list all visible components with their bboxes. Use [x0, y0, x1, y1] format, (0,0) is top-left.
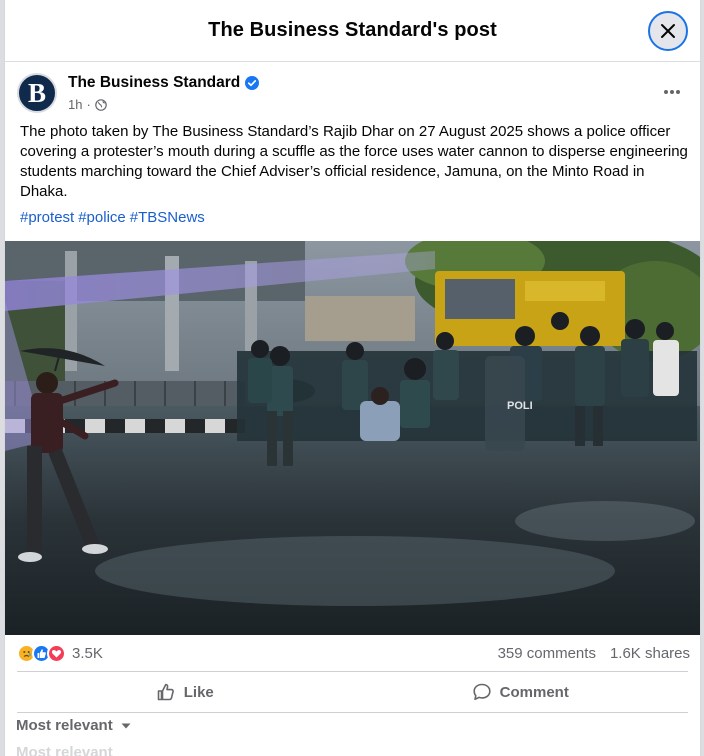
sort-label-ghost: Most relevant — [16, 744, 113, 756]
author-name-text[interactable]: The Business Standard — [68, 74, 240, 92]
comment-button[interactable]: Comment — [353, 672, 689, 712]
protest-scene-image: POLI — [5, 241, 700, 635]
avatar-letter: B — [27, 77, 46, 108]
author-name[interactable]: The Business Standard — [68, 74, 260, 92]
close-button[interactable] — [648, 11, 688, 51]
hashtags: #protest #police #TBSNews — [20, 208, 205, 228]
hashtag-link[interactable]: #protest — [20, 208, 74, 228]
engagement-counts: 359 comments 1.6K shares — [498, 645, 690, 662]
close-icon — [661, 24, 675, 38]
meta-separator: · — [86, 97, 91, 112]
globe-icon — [95, 98, 107, 111]
dialog-title: The Business Standard's post — [208, 19, 497, 41]
post-photo[interactable]: POLI — [5, 241, 700, 635]
comments-sort-dropdown[interactable]: Most relevant — [16, 717, 131, 734]
caret-down-icon — [121, 723, 131, 728]
verified-icon — [245, 76, 260, 90]
post-time[interactable]: 1h — [68, 97, 82, 112]
like-label: Like — [183, 683, 214, 701]
hashtag-link[interactable]: #TBSNews — [130, 208, 205, 228]
post-caption: The photo taken by The Business Standard… — [20, 123, 688, 200]
more-options-button[interactable] — [658, 78, 686, 106]
post-dialog: The Business Standard's post B The Busin… — [4, 0, 701, 756]
post-actions: Like Comment — [17, 671, 688, 713]
sort-label: Most relevant — [16, 717, 113, 734]
like-icon — [157, 683, 174, 701]
reaction-summary[interactable]: 3.5K — [17, 644, 103, 663]
post-stats: 3.5K 359 comments 1.6K shares — [5, 642, 700, 668]
shares-count[interactable]: 1.6K shares — [610, 645, 690, 662]
post-header: B The Business Standard 1h · — [17, 72, 688, 118]
comment-icon — [473, 683, 491, 701]
comment-label: Comment — [499, 683, 569, 701]
reaction-count[interactable]: 3.5K — [72, 645, 103, 662]
avatar[interactable]: B — [17, 73, 57, 113]
post-meta: 1h · — [68, 97, 107, 112]
comments-count[interactable]: 359 comments — [498, 645, 596, 662]
love-reaction-icon — [47, 644, 66, 663]
like-button[interactable]: Like — [17, 672, 353, 712]
more-icon — [664, 90, 680, 94]
dialog-header: The Business Standard's post — [5, 0, 700, 62]
hashtag-link[interactable]: #police — [78, 208, 126, 228]
shield-text: POLI — [507, 400, 533, 412]
